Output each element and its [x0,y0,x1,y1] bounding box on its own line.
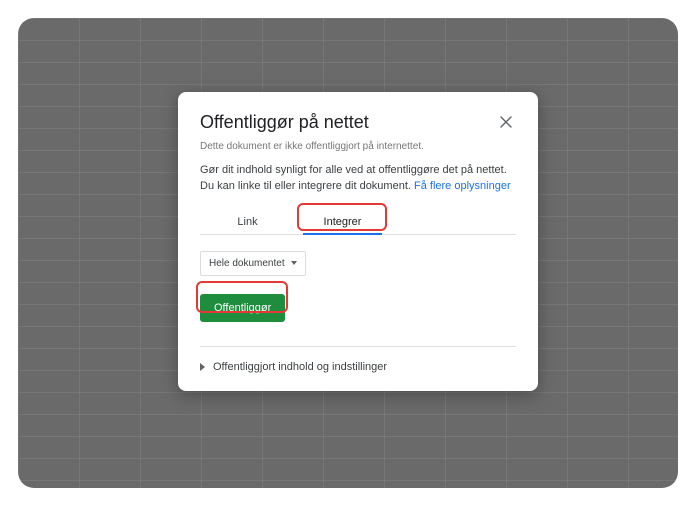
triangle-right-icon [200,363,205,371]
tab-link[interactable]: Link [200,209,295,234]
dialog-subtitle: Dette dokument er ikke offentliggjort på… [200,141,516,152]
dialog-title: Offentliggør på nettet [200,112,369,133]
chevron-down-icon [291,261,297,265]
close-icon[interactable] [496,112,516,132]
modal-backdrop: Offentliggør på nettet Dette dokument er… [18,18,678,488]
select-value: Hele dokumentet [209,258,285,269]
learn-more-link[interactable]: Få flere oplysninger [414,180,511,192]
publish-button[interactable]: Offentliggør [200,294,285,322]
tab-integrer[interactable]: Integrer [295,209,390,234]
expand-label: Offentliggjort indhold og indstillinger [213,361,387,373]
tabs: Link Integrer [200,209,516,235]
expand-published-content[interactable]: Offentliggjort indhold og indstillinger [178,347,538,373]
publish-dialog: Offentliggør på nettet Dette dokument er… [178,92,538,391]
dialog-description: Gør dit indhold synligt for alle ved at … [200,162,516,195]
document-scope-select[interactable]: Hele dokumentet [200,251,306,276]
